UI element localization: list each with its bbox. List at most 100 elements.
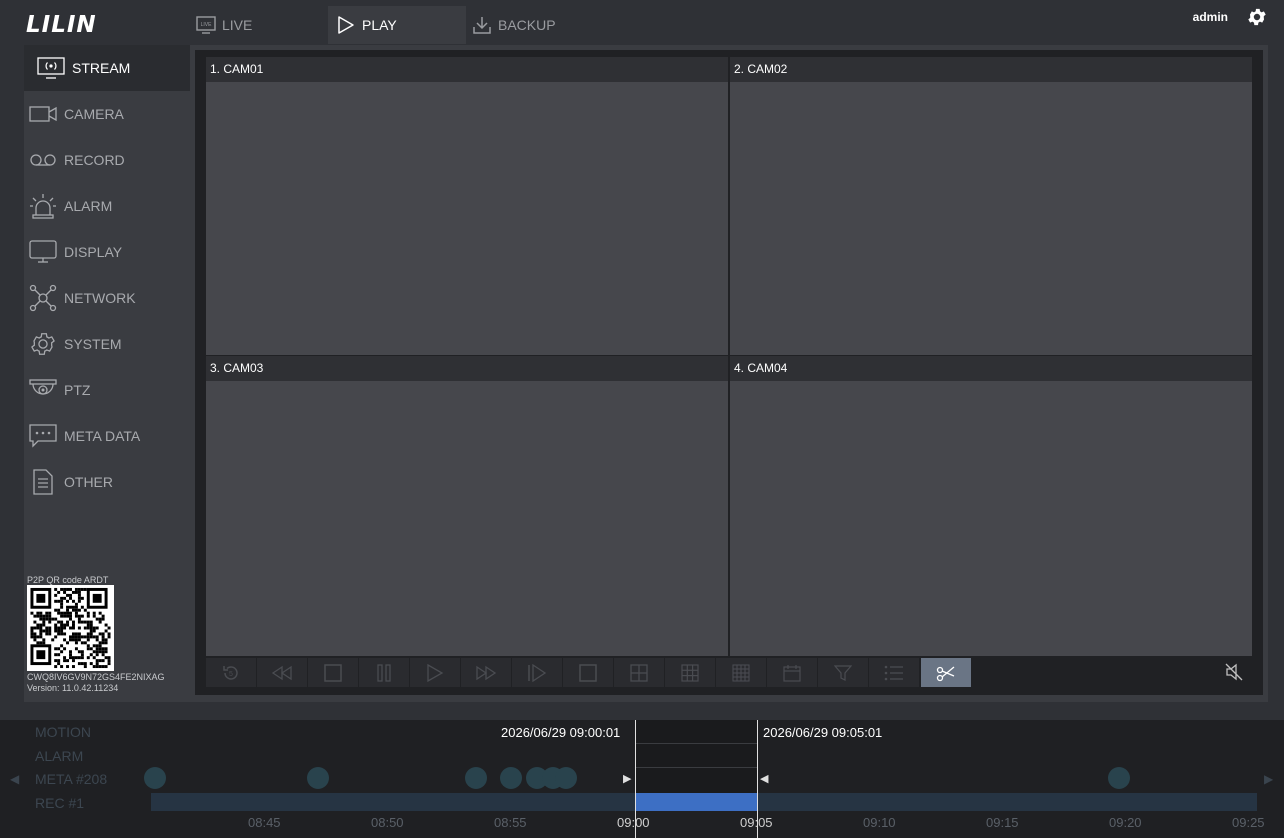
camera-view-3[interactable]: 3. CAM03	[206, 356, 728, 656]
gear-icon[interactable]	[1246, 6, 1268, 33]
sidebar-item-label: SYSTEM	[64, 336, 122, 352]
app-window: LILIN LIVE LIVE PLAY BACKUP admin STREAM…	[0, 0, 1284, 838]
timeline-label-motion: MOTION	[35, 724, 91, 740]
recording-selection[interactable]	[635, 793, 757, 811]
replay-icon: 5	[223, 665, 238, 680]
stream-icon	[34, 53, 68, 83]
camera-title: 1. CAM01	[206, 57, 728, 82]
time-tick: 08:50	[371, 815, 404, 830]
qr-label: P2P QR code ARDT	[27, 575, 109, 585]
meta-event-marker[interactable]	[555, 767, 577, 789]
replay-button[interactable]: 5	[206, 658, 256, 687]
sidebar-item-label: STREAM	[72, 60, 131, 76]
sidebar-item-label: OTHER	[64, 474, 113, 490]
sidebar-item-label: CAMERA	[64, 106, 124, 122]
qr-code-image	[27, 585, 114, 671]
layout-4-button[interactable]	[614, 658, 664, 687]
network-icon	[26, 283, 60, 313]
fast-forward-icon	[476, 665, 497, 680]
meta-event-marker[interactable]	[144, 767, 166, 789]
timeline-prev-icon[interactable]: ◀	[10, 772, 19, 786]
sidebar-item-other[interactable]: OTHER	[24, 459, 190, 505]
pause-button[interactable]	[359, 658, 409, 687]
rewind-button[interactable]	[257, 658, 307, 687]
sidebar-item-camera[interactable]: CAMERA	[24, 91, 190, 137]
sidebar-item-stream[interactable]: STREAM	[24, 45, 190, 91]
user-name[interactable]: admin	[1193, 10, 1228, 24]
layout-1-icon	[579, 663, 597, 682]
sidebar-item-ptz[interactable]: PTZ	[24, 367, 190, 413]
selection-end-time: 2026/06/29 09:05:01	[763, 725, 883, 740]
system-icon	[26, 329, 60, 359]
top-bar: LILIN LIVE LIVE PLAY BACKUP admin	[0, 0, 1284, 44]
filter-button[interactable]	[818, 658, 868, 687]
filter-icon	[834, 664, 852, 681]
version-text: Version: 11.0.42.11234	[27, 683, 119, 693]
play-tab-icon	[338, 16, 354, 34]
step-forward-button[interactable]	[512, 658, 562, 687]
selection-divider	[636, 743, 757, 744]
tab-live[interactable]: LIVE LIVE	[196, 6, 252, 44]
time-tick: 09:15	[986, 815, 1019, 830]
camera-icon	[26, 99, 60, 129]
meta-event-marker[interactable]	[307, 767, 329, 789]
list-button[interactable]	[869, 658, 919, 687]
metadata-icon	[26, 421, 60, 451]
mute-button[interactable]	[1224, 662, 1244, 687]
main-panel: 1. CAM01 2. CAM02 3. CAM03 4. CAM04 5	[190, 45, 1268, 702]
alarm-icon	[26, 191, 60, 221]
play-button[interactable]	[410, 658, 460, 687]
camera-title: 2. CAM02	[730, 57, 1252, 82]
selection-start-time: 2026/06/29 09:00:01	[501, 725, 621, 740]
sidebar-item-record[interactable]: RECORD	[24, 137, 190, 183]
time-tick: 09:05	[740, 815, 773, 830]
cut-button[interactable]	[921, 658, 971, 687]
stop-icon	[324, 663, 342, 682]
sidebar-item-label: DISPLAY	[64, 244, 123, 260]
playback-controls: 5	[206, 656, 1252, 689]
live-icon: LIVE	[196, 16, 216, 34]
play-icon	[427, 663, 444, 682]
layout-9-button[interactable]	[665, 658, 715, 687]
meta-event-marker[interactable]	[1108, 767, 1130, 789]
sidebar-item-alarm[interactable]: ALARM	[24, 183, 190, 229]
pause-icon	[377, 663, 391, 682]
timeline-next-icon[interactable]: ▶	[1264, 772, 1273, 786]
sidebar-item-label: META DATA	[64, 428, 141, 444]
calendar-button[interactable]	[767, 658, 817, 687]
meta-event-marker[interactable]	[500, 767, 522, 789]
layout-16-button[interactable]	[716, 658, 766, 687]
cut-icon	[936, 666, 955, 681]
logo-text: LILIN	[26, 12, 97, 38]
layout-1-button[interactable]	[563, 658, 613, 687]
camera-view-1[interactable]: 1. CAM01	[206, 57, 728, 355]
camera-view-4[interactable]: 4. CAM04	[730, 356, 1252, 656]
tab-play[interactable]: PLAY	[328, 6, 466, 44]
fast-forward-button[interactable]	[461, 658, 511, 687]
tab-backup[interactable]: BACKUP	[472, 6, 556, 44]
stop-button[interactable]	[308, 658, 358, 687]
time-tick: 09:25	[1232, 815, 1265, 830]
calendar-icon	[783, 664, 801, 682]
timeline[interactable]: MOTION ALARM META #208 REC #1 ◀ ▶ ▶ ◀ 20…	[0, 720, 1284, 838]
video-grid: 1. CAM01 2. CAM02 3. CAM03 4. CAM04 5	[195, 50, 1263, 695]
time-tick: 08:45	[248, 815, 281, 830]
layout-16-icon	[732, 663, 750, 682]
selection-divider	[636, 767, 757, 768]
camera-title: 4. CAM04	[730, 356, 1252, 381]
sidebar-item-network[interactable]: NETWORK	[24, 275, 190, 321]
sidebar-item-system[interactable]: SYSTEM	[24, 321, 190, 367]
lilin-logo: LILIN	[26, 12, 97, 38]
start-arrow-icon: ▶	[623, 773, 632, 785]
meta-event-marker[interactable]	[465, 767, 487, 789]
sidebar-item-label: PTZ	[64, 382, 91, 398]
sidebar-item-label: RECORD	[64, 152, 125, 168]
camera-view-2[interactable]: 2. CAM02	[730, 57, 1252, 355]
ptz-icon	[26, 375, 60, 405]
svg-text:5: 5	[229, 671, 233, 678]
layout-9-icon	[681, 663, 699, 682]
svg-text:LIVE: LIVE	[201, 22, 213, 28]
sidebar-item-meta-data[interactable]: META DATA	[24, 413, 190, 459]
selection-range[interactable]	[636, 720, 757, 793]
sidebar-item-display[interactable]: DISPLAY	[24, 229, 190, 275]
